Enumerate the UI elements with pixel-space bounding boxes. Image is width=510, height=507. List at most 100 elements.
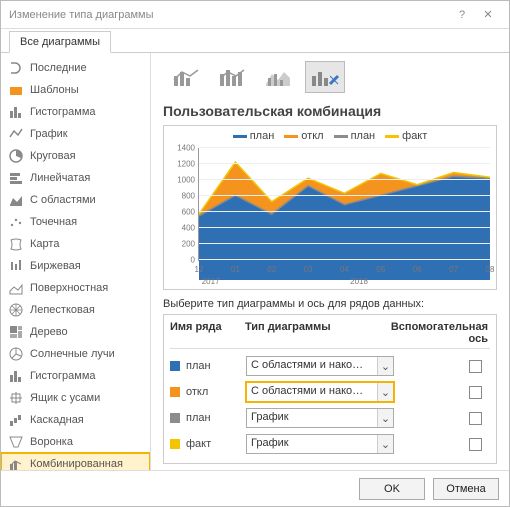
series-row: планГрафик⌄ [170,405,490,431]
chart-plot-area: 0200400600800100012001400120102030405060… [198,148,490,261]
secondary-axis-checkbox[interactable] [469,438,482,451]
chart-type-icon [9,281,23,295]
sidebar-item-0[interactable]: Последние [1,57,150,79]
series-color-swatch [170,387,180,397]
sidebar-item-17[interactable]: Воронка [1,431,150,453]
subtype-combo-3[interactable] [259,61,299,93]
sidebar-item-3[interactable]: График [1,123,150,145]
series-name-cell: факт [170,438,246,450]
sidebar-item-label: Гистограмма [30,106,96,118]
sidebar-item-label: Солнечные лучи [30,348,115,360]
chart-type-icon [9,127,23,141]
sidebar-item-label: Точечная [30,216,77,228]
dialog-title: Изменение типа диаграммы [9,9,449,21]
subtype-row [167,61,497,93]
sidebar-item-7[interactable]: Точечная [1,211,150,233]
chart-type-icon [9,259,23,273]
section-title: Пользовательская комбинация [163,103,497,119]
chart-type-icon [9,83,23,97]
chevron-down-icon: ⌄ [377,383,393,401]
series-row: фактГрафик⌄ [170,431,490,457]
sidebar-item-14[interactable]: Гистограмма [1,365,150,387]
sidebar-item-label: График [30,128,68,140]
sidebar-item-15[interactable]: Ящик с усами [1,387,150,409]
chart-type-icon [9,325,23,339]
chart-type-icon [9,149,23,163]
chevron-down-icon: ⌄ [377,357,393,375]
secondary-axis-checkbox[interactable] [469,412,482,425]
sidebar-item-6[interactable]: С областями [1,189,150,211]
chart-type-icon [9,303,23,317]
subtype-combo-2[interactable] [213,61,253,93]
chart-category-list[interactable]: Последние Шаблоны Гистограмма График Кругова… [1,53,151,470]
chart-type-icon [9,237,23,251]
chart-type-icon [9,413,23,427]
sidebar-item-label: С областями [30,194,96,206]
chart-type-icon [9,215,23,229]
series-name-cell: откл [170,386,246,398]
chart-type-icon [9,435,23,449]
sidebar-item-2[interactable]: Гистограмма [1,101,150,123]
dialog-footer: OK Отмена [1,470,509,506]
help-button[interactable]: ? [449,9,475,21]
sidebar-item-4[interactable]: Круговая [1,145,150,167]
sidebar-item-10[interactable]: Поверхностная [1,277,150,299]
sidebar-item-label: Лепестковая [30,304,95,316]
sidebar-item-18[interactable]: Комбинированная [1,453,150,470]
chart-type-icon [9,347,23,361]
sidebar-item-label: Линейчатая [30,172,90,184]
ok-button[interactable]: OK [359,478,425,500]
grid-label: Выберите тип диаграммы и ось для рядов д… [163,298,497,310]
series-name-cell: план [170,412,246,424]
series-color-swatch [170,439,180,449]
titlebar: Изменение типа диаграммы ? ✕ [1,1,509,29]
close-button[interactable]: ✕ [475,8,501,21]
chart-type-icon [9,171,23,185]
tab-label: Все диаграммы [20,36,100,48]
change-chart-type-dialog: Изменение типа диаграммы ? ✕ Все диаграм… [0,0,510,507]
chart-legend: план откл план факт [164,126,496,146]
series-name-cell: план [170,360,246,372]
tab-strip: Все диаграммы [1,29,509,53]
series-color-swatch [170,361,180,371]
chart-type-icon [9,369,23,383]
sidebar-item-label: Шаблоны [30,84,79,96]
sidebar-item-label: Комбинированная [30,458,123,470]
sidebar-item-5[interactable]: Линейчатая [1,167,150,189]
chart-type-icon [9,61,23,75]
sidebar-item-16[interactable]: Каскадная [1,409,150,431]
chart-preview: план откл план факт 02004006008001000120… [163,125,497,290]
chevron-down-icon: ⌄ [377,409,393,427]
secondary-axis-checkbox[interactable] [469,386,482,399]
series-type-combobox[interactable]: С областями и нако…⌄ [246,382,394,402]
sidebar-item-12[interactable]: Дерево [1,321,150,343]
tab-all-charts[interactable]: Все диаграммы [9,31,111,53]
sidebar-item-13[interactable]: Солнечные лучи [1,343,150,365]
subtype-combo-1[interactable] [167,61,207,93]
subtype-custom-combo[interactable] [305,61,345,93]
sidebar-item-label: Гистограмма [30,370,96,382]
col-header-name: Имя ряда [170,321,245,345]
sidebar-item-label: Последние [30,62,87,74]
sidebar-item-label: Воронка [30,436,73,448]
chart-type-icon [9,457,23,470]
sidebar-item-label: Ящик с усами [30,392,100,404]
sidebar-item-8[interactable]: Карта [1,233,150,255]
sidebar-item-1[interactable]: Шаблоны [1,79,150,101]
series-type-combobox[interactable]: График⌄ [246,434,394,454]
sidebar-item-11[interactable]: Лепестковая [1,299,150,321]
cancel-button[interactable]: Отмена [433,478,499,500]
sidebar-item-label: Каскадная [30,414,84,426]
chevron-down-icon: ⌄ [377,435,393,453]
series-type-combobox[interactable]: График⌄ [246,408,394,428]
sidebar-item-label: Поверхностная [30,282,108,294]
main-panel: Пользовательская комбинация план откл пл… [151,53,509,470]
series-grid: Имя ряда Тип диаграммы Вспомогательная о… [163,314,497,464]
chart-type-icon [9,105,23,119]
secondary-axis-checkbox[interactable] [469,360,482,373]
series-type-combobox[interactable]: С областями и нако…⌄ [246,356,394,376]
sidebar-item-9[interactable]: Биржевая [1,255,150,277]
series-row: отклС областями и нако…⌄ [170,379,490,405]
sidebar-item-label: Карта [30,238,59,250]
chart-type-icon [9,193,23,207]
